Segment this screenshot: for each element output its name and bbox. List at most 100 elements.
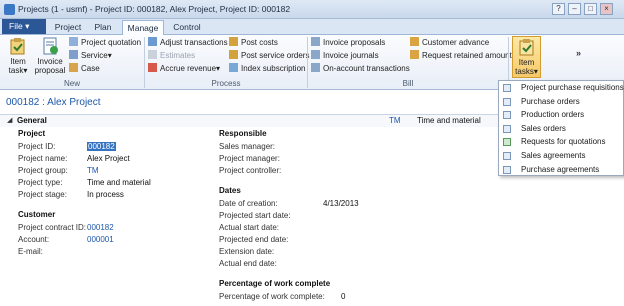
on-account-transactions-button[interactable]: On-account transactions bbox=[311, 63, 410, 75]
adjust-transactions-button[interactable]: Adjust transactions bbox=[148, 37, 228, 49]
invoice-proposals-button[interactable]: Invoice proposals bbox=[311, 37, 385, 49]
creation-date-label: Date of creation: bbox=[219, 199, 278, 208]
invoice-journals-label: Invoice journals bbox=[323, 51, 379, 60]
actual-end-label: Actual end date: bbox=[219, 259, 277, 268]
tab-project[interactable]: Project bbox=[50, 20, 86, 35]
window-title: Projects (1 - usmf) - Project ID: 000182… bbox=[18, 4, 291, 14]
invoice-proposal-label-1: Invoice bbox=[37, 57, 63, 66]
menu-item-label: Purchase orders bbox=[521, 96, 580, 106]
customer-advance-button[interactable]: Customer advance bbox=[410, 37, 489, 49]
rfq-icon bbox=[503, 138, 511, 147]
on-account-transactions-label: On-account transactions bbox=[323, 64, 410, 73]
sales-agreement-icon bbox=[503, 152, 511, 160]
request-retained-amount-label: Request retained amount bbox=[422, 51, 512, 60]
menu-item-project-purchase-requisitions[interactable]: Project purchase requisitions bbox=[499, 81, 624, 95]
index-subscription-button[interactable]: Index subscription bbox=[229, 63, 305, 75]
case-icon bbox=[69, 63, 78, 72]
service-button[interactable]: Service▾ bbox=[69, 50, 112, 62]
contract-id-label: Project contract ID: bbox=[18, 223, 87, 232]
tab-file[interactable]: File ▾ bbox=[2, 19, 46, 34]
menu-item-sales-agreements[interactable]: Sales agreements bbox=[499, 149, 623, 163]
project-quotation-label: Project quotation bbox=[81, 38, 142, 47]
service-label: Service bbox=[81, 51, 108, 60]
project-id-label: Project ID: bbox=[18, 142, 56, 151]
request-retained-amount-button[interactable]: Request retained amount bbox=[410, 50, 512, 62]
project-id-field[interactable]: 000182 bbox=[87, 142, 116, 151]
estimates-button[interactable]: Estimates bbox=[148, 50, 195, 62]
project-group-field[interactable]: TM bbox=[87, 166, 99, 175]
form-title: 000182 : Alex Project bbox=[6, 97, 101, 108]
section-general-title: General bbox=[17, 116, 47, 125]
help-icon[interactable]: ? bbox=[552, 3, 565, 15]
contract-id-field[interactable]: 000182 bbox=[87, 223, 114, 232]
customer-group-heading: Customer bbox=[18, 210, 56, 219]
project-stage-label: Project stage: bbox=[18, 190, 67, 199]
requisition-icon bbox=[503, 84, 511, 92]
menu-item-label: Sales orders bbox=[521, 123, 566, 133]
customer-advance-label: Customer advance bbox=[422, 38, 490, 47]
production-order-icon bbox=[503, 111, 511, 120]
summary-tm: TM bbox=[389, 116, 401, 125]
invoice-proposals-icon bbox=[311, 37, 320, 46]
menu-item-purchase-agreements[interactable]: Purchase agreements bbox=[499, 163, 623, 177]
post-costs-button[interactable]: Post costs bbox=[229, 37, 278, 49]
maximize-button[interactable]: □ bbox=[584, 3, 597, 15]
case-label: Case bbox=[81, 64, 100, 73]
close-button[interactable]: × bbox=[600, 3, 613, 15]
accrue-revenue-label: Accrue revenue bbox=[160, 64, 217, 73]
post-service-orders-button[interactable]: Post service orders bbox=[229, 50, 309, 62]
adjust-icon bbox=[148, 37, 157, 46]
index-subscription-label: Index subscription bbox=[241, 64, 306, 73]
accrue-revenue-button[interactable]: Accrue revenue▾ bbox=[148, 63, 220, 75]
actual-start-label: Actual start date: bbox=[219, 223, 280, 232]
tab-plan[interactable]: Plan bbox=[88, 20, 118, 35]
invoice-journals-button[interactable]: Invoice journals bbox=[311, 50, 379, 62]
on-account-icon bbox=[311, 63, 320, 72]
tab-file-label: File bbox=[9, 21, 23, 31]
menu-item-label: Production orders bbox=[521, 110, 585, 120]
projected-end-label: Projected end date: bbox=[219, 235, 289, 244]
account-field[interactable]: 000001 bbox=[87, 235, 114, 244]
menu-item-purchase-orders[interactable]: Purchase orders bbox=[499, 95, 623, 109]
post-costs-label: Post costs bbox=[241, 38, 278, 47]
projected-start-label: Projected start date: bbox=[219, 211, 291, 220]
menu-item-label: Requests for quotations bbox=[521, 137, 606, 147]
item-tasks-button[interactable]: Item tasks▾ bbox=[512, 36, 541, 78]
group-label-process: Process bbox=[211, 79, 241, 88]
percentage-field[interactable]: 0 bbox=[341, 292, 345, 301]
menu-item-label: Project purchase requisitions bbox=[521, 83, 624, 92]
project-stage-field[interactable]: In process bbox=[87, 190, 124, 199]
project-name-field[interactable]: Alex Project bbox=[87, 154, 130, 163]
menu-item-production-orders[interactable]: Production orders bbox=[499, 108, 623, 122]
project-type-label: Project type: bbox=[18, 178, 63, 187]
item-task-button[interactable]: Item task▾ bbox=[4, 36, 32, 78]
invoice-proposal-icon bbox=[43, 37, 58, 55]
tab-control[interactable]: Control bbox=[168, 20, 206, 35]
invoice-journals-icon bbox=[311, 50, 320, 59]
case-button[interactable]: Case bbox=[69, 63, 100, 75]
menu-item-label: Sales agreements bbox=[521, 151, 586, 160]
post-service-orders-label: Post service orders bbox=[241, 51, 310, 60]
item-tasks-label-2: tasks bbox=[515, 67, 534, 76]
item-tasks-label-1: Item bbox=[518, 58, 535, 67]
app-icon bbox=[4, 4, 15, 15]
estimates-label: Estimates bbox=[160, 51, 196, 60]
extension-date-label: Extension date: bbox=[219, 247, 275, 256]
sales-manager-label: Sales manager: bbox=[219, 142, 276, 151]
project-quotation-button[interactable]: Project quotation bbox=[69, 37, 141, 49]
project-id-value: 000182 bbox=[87, 142, 116, 151]
menu-item-sales-orders[interactable]: Sales orders bbox=[499, 122, 623, 136]
creation-date-field[interactable]: 4/13/2013 bbox=[323, 199, 359, 208]
minimize-button[interactable]: – bbox=[568, 3, 581, 15]
menu-item-requests-for-quotations[interactable]: Requests for quotations bbox=[499, 135, 623, 149]
invoice-proposal-label-2: proposal bbox=[34, 66, 66, 75]
retained-icon bbox=[410, 50, 419, 59]
project-type-field[interactable]: Time and material bbox=[87, 178, 151, 187]
ribbon-overflow-button[interactable]: » bbox=[576, 48, 581, 58]
group-label-bill: Bill bbox=[402, 79, 414, 88]
collapse-icon[interactable]: ◢ bbox=[7, 116, 12, 124]
tab-manage[interactable]: Manage bbox=[122, 20, 164, 36]
post-service-icon bbox=[229, 50, 238, 59]
invoice-proposal-button[interactable]: Invoice proposal bbox=[34, 36, 66, 78]
quotation-icon bbox=[69, 37, 78, 46]
